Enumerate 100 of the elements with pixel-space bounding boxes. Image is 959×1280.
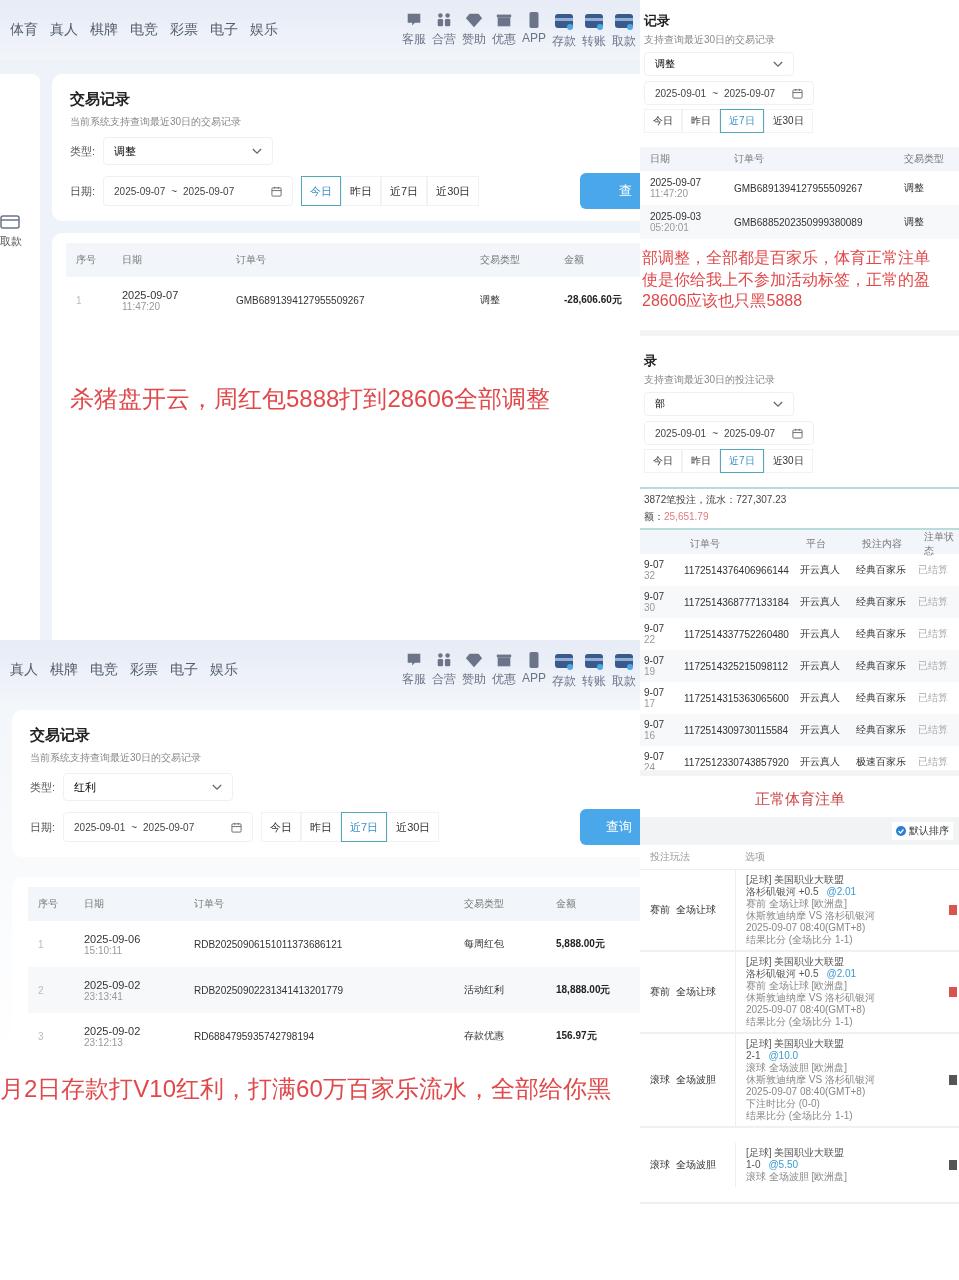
date-range-tab[interactable]: 近7日 — [381, 176, 428, 206]
table-cell-text: 开云真人 — [800, 723, 841, 737]
date-range-tab[interactable]: 今日 — [644, 449, 682, 473]
nav-link[interactable]: 棋牌 — [90, 21, 118, 39]
time-cell-text: 16 — [644, 730, 657, 741]
nav-link[interactable]: 真人 — [50, 21, 78, 39]
date-cell-text: 9-07 — [644, 623, 665, 634]
table-cell-text: 1172514315363065600 — [684, 692, 790, 704]
nav-button[interactable]: 客服 — [402, 650, 426, 690]
nav-link[interactable]: 真人 — [10, 661, 38, 679]
odds-text: @2.01 — [826, 886, 857, 898]
time-cell-text: 32 — [644, 570, 657, 581]
nav-link[interactable]: 棋牌 — [50, 661, 78, 679]
date-range-tab[interactable]: 近7日 — [341, 812, 388, 842]
date-range-field[interactable]: 2025-09-01 ~ 2025-09-07 — [644, 421, 814, 445]
column-header: 交易类型 — [480, 253, 521, 267]
table-cell-text: 极速百家乐 — [856, 755, 907, 769]
league-text: [足球] 美国职业大联盟 — [746, 1147, 846, 1159]
nav-button[interactable]: 取款 — [612, 650, 636, 690]
date-range-tab[interactable]: 今日 — [261, 812, 302, 842]
nav-link[interactable]: 电竞 — [90, 661, 118, 679]
nav-button[interactable]: 取款 — [612, 10, 636, 50]
date-range-field[interactable]: 2025-09-07 ~ 2025-09-07 — [103, 176, 294, 206]
date-range-tab[interactable]: 昨日 — [682, 449, 720, 473]
nav-link[interactable]: 体育 — [10, 21, 38, 39]
column-header: 金额 — [564, 253, 585, 267]
nav-link[interactable]: 电竞 — [130, 21, 158, 39]
type-dropdown[interactable]: 调整 — [644, 52, 794, 76]
time-cell-text: 22 — [644, 634, 657, 645]
column-header: 金额 — [556, 897, 577, 911]
status-cell-text: 已结算 — [918, 723, 949, 737]
nav-link[interactable]: 娱乐 — [210, 661, 238, 679]
nav-link[interactable]: 彩票 — [130, 661, 158, 679]
column-header: 订单号 — [734, 152, 765, 166]
odds-text: @10.0 — [768, 1050, 799, 1062]
pick-text: 洛杉矶银河 +0.5 — [746, 968, 819, 980]
date-range-tab[interactable]: 今日 — [644, 109, 682, 133]
nav-link[interactable]: 彩票 — [170, 21, 198, 39]
time-cell-text: 23:13:41 — [84, 990, 124, 1002]
type-dropdown[interactable]: 调整 — [103, 137, 274, 165]
nav-button[interactable]: 转账 — [582, 10, 606, 50]
annotation-text: 部调整，全部都是百家乐，体育正常注单 — [642, 248, 931, 268]
nav-link[interactable]: 娱乐 — [250, 21, 278, 39]
nav-button[interactable]: 存款 — [552, 650, 576, 690]
nav-button[interactable]: 转账 — [582, 650, 606, 690]
nav-button[interactable]: APP — [522, 10, 546, 50]
type-dropdown[interactable]: 部 — [644, 392, 794, 416]
chevron-down-icon — [252, 147, 263, 155]
table-cell-text: 经典百家乐 — [856, 659, 907, 673]
summary-text: 3872笔投注，流水：727,307.23 — [644, 493, 788, 507]
nav-button[interactable]: 赞助 — [462, 10, 486, 50]
league-text: [足球] 美国职业大联盟 — [746, 1038, 846, 1050]
sidebar-label[interactable]: 取款 — [0, 234, 22, 249]
table-cell-text: 开云真人 — [800, 691, 841, 705]
date-range-tab[interactable]: 近30日 — [763, 109, 813, 133]
nav-button[interactable]: 合营 — [432, 650, 456, 690]
odds-text: @2.01 — [826, 968, 857, 980]
nav-button[interactable]: 客服 — [402, 10, 426, 50]
nav-button[interactable]: 优惠 — [492, 10, 516, 50]
detail-text: 下注时比分 (0-0) — [746, 1098, 820, 1110]
time-cell-text: 05:20:01 — [650, 222, 690, 233]
date-range-tab[interactable]: 近30日 — [387, 812, 440, 842]
date-label: 日期: — [70, 183, 96, 199]
date-range-tab[interactable]: 近30日 — [763, 449, 813, 473]
status-cell-text: 已结算 — [918, 595, 949, 609]
date-cell-text: 9-07 — [644, 719, 665, 730]
table-cell-text: 1172512330743857920 — [684, 756, 790, 768]
table-cell-text: 每周红包 — [464, 937, 505, 951]
nav-button[interactable]: 赞助 — [462, 650, 486, 690]
table-cell-text: 开云真人 — [800, 563, 841, 577]
table-cell-text: RDB20250906151011373686121 — [194, 938, 344, 950]
date-range-tab[interactable]: 近7日 — [720, 109, 764, 133]
sort-button[interactable]: 默认排序 — [892, 822, 953, 840]
index-cell-text: 3 — [38, 1030, 45, 1042]
table-cell-text: 1172514337752260480 — [684, 628, 790, 640]
nav-button[interactable]: 存款 — [552, 10, 576, 50]
date-range-tab[interactable]: 昨日 — [682, 109, 720, 133]
date-range-field[interactable]: 2025-09-01 ~ 2025-09-07 — [644, 81, 814, 105]
table-cell-text: 经典百家乐 — [856, 627, 907, 641]
nav-button[interactable]: 合营 — [432, 10, 456, 50]
date-range-tab[interactable]: 近7日 — [720, 449, 764, 473]
status-cell-text: 已结算 — [918, 627, 949, 641]
status-cell-text: 已结算 — [918, 755, 949, 769]
page-title: 记录 — [644, 12, 671, 30]
date-range-tab[interactable]: 昨日 — [301, 812, 342, 842]
date-range-tab[interactable]: 昨日 — [341, 176, 382, 206]
date-range-tab[interactable]: 近30日 — [427, 176, 480, 206]
table-cell-text: 开云真人 — [800, 627, 841, 641]
detail-text: 2025-09-07 08:40(GMT+8) — [746, 922, 867, 934]
nav-link[interactable]: 电子 — [210, 21, 238, 39]
nav-link[interactable]: 电子 — [170, 661, 198, 679]
nav-button[interactable]: 优惠 — [492, 650, 516, 690]
amount-cell-text: 156.97元 — [556, 1029, 598, 1043]
detail-text: 休斯敦迪纳摩 VS 洛杉矶银河 — [746, 910, 876, 922]
date-range-tab[interactable]: 今日 — [301, 176, 342, 206]
nav-button[interactable]: APP — [522, 650, 546, 690]
date-range-field[interactable]: 2025-09-01 ~ 2025-09-07 — [63, 812, 254, 842]
date-cell-text: 9-07 — [644, 751, 665, 762]
type-dropdown[interactable]: 红利 — [63, 773, 234, 801]
column-header: 日期 — [122, 253, 143, 267]
